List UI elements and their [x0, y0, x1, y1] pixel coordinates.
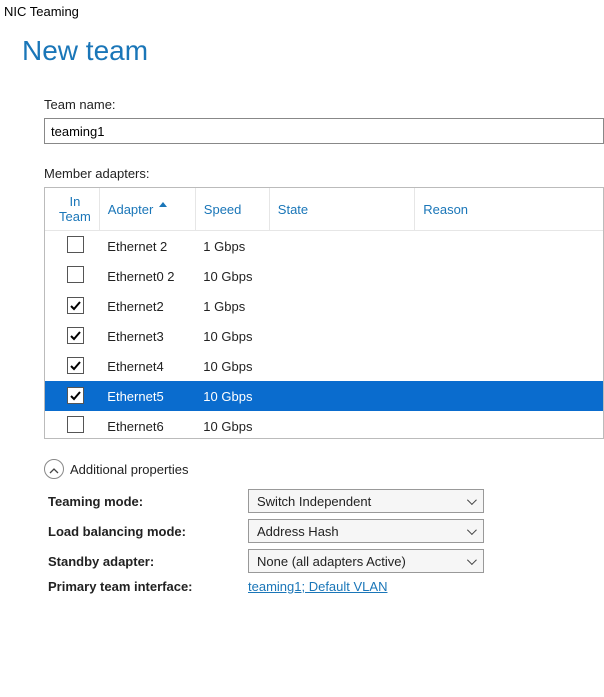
- adapter-reason-cell: [415, 381, 603, 411]
- adapter-name-cell: Ethernet2: [99, 291, 195, 321]
- adapter-reason-cell: [415, 351, 603, 381]
- load-balancing-dropdown[interactable]: Address Hash: [248, 519, 484, 543]
- column-header-adapter-label: Adapter: [108, 202, 154, 217]
- adapter-speed-cell: 1 Gbps: [195, 231, 269, 262]
- table-row[interactable]: Ethernet410 Gbps: [45, 351, 603, 381]
- adapter-speed-cell: 10 Gbps: [195, 381, 269, 411]
- adapter-speed-cell: 1 Gbps: [195, 291, 269, 321]
- column-header-speed[interactable]: Speed: [195, 188, 269, 231]
- adapter-name-cell: Ethernet6: [99, 411, 195, 439]
- adapter-state-cell: [269, 231, 414, 262]
- adapter-state-cell: [269, 291, 414, 321]
- member-adapters-table: In Team Adapter Speed State Reason Ether…: [44, 187, 604, 439]
- adapter-speed-cell: 10 Gbps: [195, 411, 269, 439]
- expand-collapse-button[interactable]: [44, 459, 64, 479]
- chevron-up-icon: [49, 462, 59, 477]
- adapter-reason-cell: [415, 261, 603, 291]
- load-balancing-label: Load balancing mode:: [48, 524, 248, 539]
- member-adapters-label: Member adapters:: [44, 166, 604, 181]
- primary-team-interface-label: Primary team interface:: [48, 579, 248, 594]
- table-row[interactable]: Ethernet510 Gbps: [45, 381, 603, 411]
- in-team-checkbox[interactable]: [67, 297, 84, 314]
- standby-adapter-dropdown[interactable]: None (all adapters Active): [248, 549, 484, 573]
- team-name-input[interactable]: [44, 118, 604, 144]
- in-team-checkbox[interactable]: [67, 416, 84, 433]
- adapter-name-cell: Ethernet 2: [99, 231, 195, 262]
- teaming-mode-value: Switch Independent: [257, 494, 371, 509]
- adapter-name-cell: Ethernet0 2: [99, 261, 195, 291]
- chevron-down-icon: [463, 524, 477, 538]
- standby-adapter-value: None (all adapters Active): [257, 554, 406, 569]
- table-row[interactable]: Ethernet0 210 Gbps: [45, 261, 603, 291]
- in-team-checkbox[interactable]: [67, 387, 84, 404]
- page-title: New team: [22, 35, 604, 67]
- table-row[interactable]: Ethernet610 Gbps: [45, 411, 603, 439]
- adapter-state-cell: [269, 321, 414, 351]
- adapter-state-cell: [269, 411, 414, 439]
- load-balancing-value: Address Hash: [257, 524, 339, 539]
- additional-properties-header: Additional properties: [70, 462, 189, 477]
- adapter-name-cell: Ethernet3: [99, 321, 195, 351]
- in-team-checkbox[interactable]: [67, 327, 84, 344]
- column-header-reason[interactable]: Reason: [415, 188, 603, 231]
- in-team-checkbox[interactable]: [67, 357, 84, 374]
- adapter-name-cell: Ethernet4: [99, 351, 195, 381]
- team-name-label: Team name:: [44, 97, 604, 112]
- teaming-mode-label: Teaming mode:: [48, 494, 248, 509]
- primary-team-interface-link[interactable]: teaming1; Default VLAN: [248, 579, 387, 594]
- chevron-down-icon: [463, 494, 477, 508]
- table-row[interactable]: Ethernet21 Gbps: [45, 291, 603, 321]
- in-team-checkbox[interactable]: [67, 236, 84, 253]
- adapter-state-cell: [269, 381, 414, 411]
- adapter-reason-cell: [415, 411, 603, 439]
- adapter-reason-cell: [415, 321, 603, 351]
- column-header-in-team[interactable]: In Team: [45, 188, 99, 231]
- adapter-speed-cell: 10 Gbps: [195, 261, 269, 291]
- table-row[interactable]: Ethernet 21 Gbps: [45, 231, 603, 262]
- adapter-name-cell: Ethernet5: [99, 381, 195, 411]
- adapter-reason-cell: [415, 291, 603, 321]
- table-row[interactable]: Ethernet310 Gbps: [45, 321, 603, 351]
- column-header-state[interactable]: State: [269, 188, 414, 231]
- adapter-speed-cell: 10 Gbps: [195, 351, 269, 381]
- teaming-mode-dropdown[interactable]: Switch Independent: [248, 489, 484, 513]
- adapter-speed-cell: 10 Gbps: [195, 321, 269, 351]
- sort-ascending-icon: [159, 202, 167, 207]
- column-header-adapter[interactable]: Adapter: [99, 188, 195, 231]
- window-title: NIC Teaming: [0, 0, 604, 27]
- standby-adapter-label: Standby adapter:: [48, 554, 248, 569]
- adapter-state-cell: [269, 351, 414, 381]
- adapter-reason-cell: [415, 231, 603, 262]
- chevron-down-icon: [463, 554, 477, 568]
- in-team-checkbox[interactable]: [67, 266, 84, 283]
- adapter-state-cell: [269, 261, 414, 291]
